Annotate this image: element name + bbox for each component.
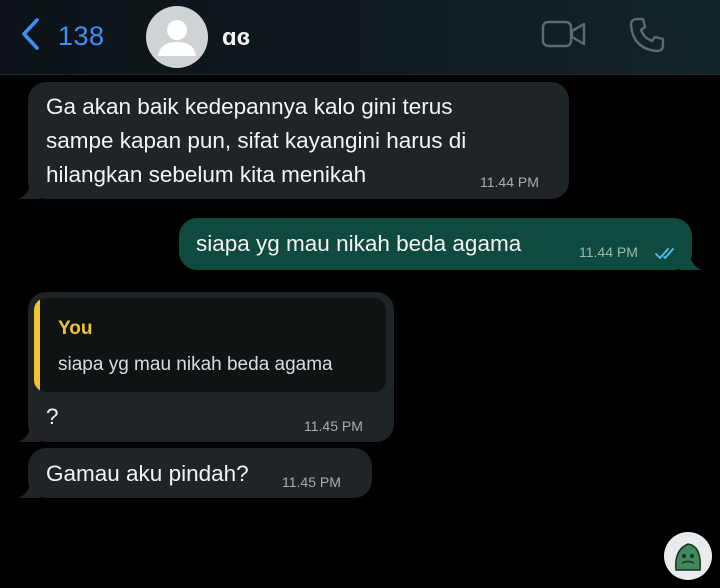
quote-author: You	[58, 318, 93, 339]
bubble-tail	[18, 420, 40, 442]
message-bubble-outgoing[interactable]: siapa yg mau nikah beda agama 11.44 PM	[179, 218, 702, 270]
avatar[interactable]	[146, 6, 208, 68]
chevron-left-icon	[18, 16, 44, 57]
bubble-tail	[18, 177, 40, 199]
voice-call-button[interactable]	[628, 16, 666, 54]
video-call-button[interactable]	[541, 16, 587, 52]
chat-header: 138 ɑɞ	[0, 0, 720, 75]
message-text: Gamau aku pindah?	[46, 461, 249, 486]
person-icon	[158, 20, 196, 56]
message-bubble-incoming[interactable]: Ga akan baik kedepannya kalo gini terus …	[18, 82, 569, 199]
message-time: 11.45 PM	[304, 418, 363, 434]
unread-count: 138	[58, 20, 105, 51]
double-check-icon	[655, 248, 674, 259]
message-time: 11.45 PM	[282, 474, 341, 490]
bubble-tail	[680, 248, 702, 270]
message-text: siapa yg mau nikah beda agama	[196, 231, 522, 256]
floating-sticker	[664, 532, 712, 580]
message-text: Ga akan baik kedepannya kalo gini terus …	[46, 94, 467, 187]
video-icon	[541, 20, 586, 48]
dinosaur-sticker-icon	[666, 534, 710, 578]
message-time: 11.44 PM	[579, 244, 638, 260]
contact-name[interactable]: ɑɞ	[222, 24, 250, 52]
message-time: 11.44 PM	[480, 174, 539, 190]
message-text: ?	[46, 404, 59, 429]
bubble-tail	[18, 476, 40, 498]
back-button[interactable]: 138	[18, 14, 105, 58]
message-bubble-incoming[interactable]: You siapa yg mau nikah beda agama ? 11.4…	[18, 292, 394, 442]
quote-bar	[34, 298, 40, 392]
message-bubble-incoming[interactable]: Gamau aku pindah? 11.45 PM	[18, 448, 372, 498]
quote-text: siapa yg mau nikah beda agama	[58, 354, 333, 375]
quoted-message[interactable]: You siapa yg mau nikah beda agama	[34, 298, 386, 392]
phone-icon	[629, 17, 665, 53]
